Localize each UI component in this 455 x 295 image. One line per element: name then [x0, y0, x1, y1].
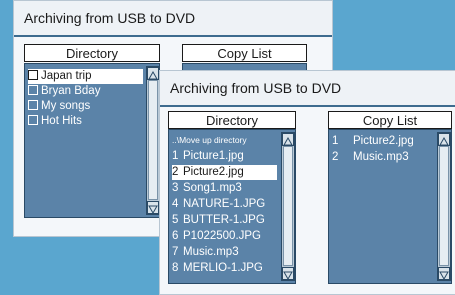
file-number: 3 — [172, 182, 179, 194]
file-name: P1022500.JPG — [183, 230, 262, 242]
directory-item[interactable]: Hot Hits — [28, 114, 143, 129]
copy-item-number: 1 — [332, 135, 339, 147]
up-arrow-icon[interactable] — [282, 133, 294, 146]
checkbox-icon[interactable] — [28, 100, 38, 110]
copy-item-number: 2 — [332, 151, 339, 163]
file-number: 6 — [172, 230, 179, 242]
file-number: 1 — [172, 150, 179, 162]
file-list-item[interactable]: 6 P1022500.JPG — [172, 229, 277, 244]
file-name: Music.mp3 — [183, 246, 239, 258]
file-list-item[interactable]: 5 BUTTER-1.JPG — [172, 213, 277, 228]
front-directory-panel: ..\Move up directory 1 Picture1.jpg 2 Pictur… — [168, 129, 296, 284]
file-number: 7 — [172, 246, 179, 258]
copy-list-item[interactable]: 2 Music.mp3 — [332, 150, 434, 165]
copylist-scroll-thumb[interactable] — [439, 146, 449, 266]
checkbox-icon[interactable] — [28, 70, 38, 80]
checkbox-icon[interactable] — [28, 85, 38, 95]
up-arrow-icon[interactable] — [438, 133, 450, 146]
directory-item-label: Bryan Bday — [41, 85, 101, 97]
file-list-item[interactable]: 3 Song1.mp3 — [172, 181, 277, 196]
directory-item[interactable]: Bryan Bday — [28, 84, 143, 99]
file-name: Picture1.jpg — [183, 150, 244, 162]
directory-item-label: Hot Hits — [41, 115, 82, 127]
back-directory-scrollbar[interactable] — [146, 66, 160, 215]
front-scroll-thumb[interactable] — [283, 146, 293, 266]
front-copylist-header: Copy List — [328, 111, 452, 129]
file-name: MERLIO-1.JPG — [183, 262, 263, 274]
down-arrow-icon[interactable] — [438, 267, 450, 281]
file-name: Song1.mp3 — [183, 182, 242, 194]
file-number: 5 — [172, 214, 179, 226]
copylist-scrollbar[interactable] — [437, 132, 451, 281]
front-archive-window: Archiving from USB to DVD Directory ..\M… — [159, 70, 455, 295]
down-arrow-icon[interactable] — [147, 201, 159, 215]
file-number: 4 — [172, 198, 179, 210]
directory-item[interactable]: Japan trip — [28, 69, 143, 84]
file-number: 2 — [172, 166, 179, 178]
file-name: Picture2.jpg — [183, 166, 244, 178]
file-list-item[interactable]: 7 Music.mp3 — [172, 245, 277, 260]
file-name: BUTTER-1.JPG — [183, 214, 265, 226]
front-directory-scrollbar[interactable] — [281, 132, 295, 281]
file-list-item[interactable]: 8 MERLIO-1.JPG — [172, 261, 277, 276]
directory-item[interactable]: My songs — [28, 99, 143, 114]
file-list-item[interactable]: 4 NATURE-1.JPG — [172, 197, 277, 212]
directory-item-label: Japan trip — [41, 70, 92, 82]
back-scroll-thumb[interactable] — [148, 80, 158, 200]
file-list-item[interactable]: 2 Picture2.jpg — [172, 165, 277, 180]
move-up-directory-item[interactable]: ..\Move up directory — [172, 133, 277, 148]
up-arrow-icon[interactable] — [147, 67, 159, 80]
back-directory-header: Directory — [24, 44, 160, 62]
front-directory-header: Directory — [168, 111, 296, 129]
front-copylist-panel: 1 Picture2.jpg 2 Music.mp3 — [328, 129, 452, 284]
checkbox-icon[interactable] — [28, 115, 38, 125]
file-list-item[interactable]: 1 Picture1.jpg — [172, 149, 277, 164]
file-name: NATURE-1.JPG — [183, 198, 266, 210]
directory-item-label: My songs — [41, 100, 91, 112]
down-arrow-icon[interactable] — [282, 267, 294, 281]
copy-item-name: Picture2.jpg — [353, 135, 414, 147]
copy-list-item[interactable]: 1 Picture2.jpg — [332, 134, 434, 149]
back-window-title: Archiving from USB to DVD — [24, 10, 196, 26]
front-window-title: Archiving from USB to DVD — [170, 80, 342, 96]
back-directory-panel: Japan trip Bryan Bday My songs Hot Hits — [24, 63, 160, 218]
file-number: 8 — [172, 262, 179, 274]
back-copylist-header: Copy List — [182, 44, 307, 62]
copy-item-name: Music.mp3 — [353, 151, 409, 163]
